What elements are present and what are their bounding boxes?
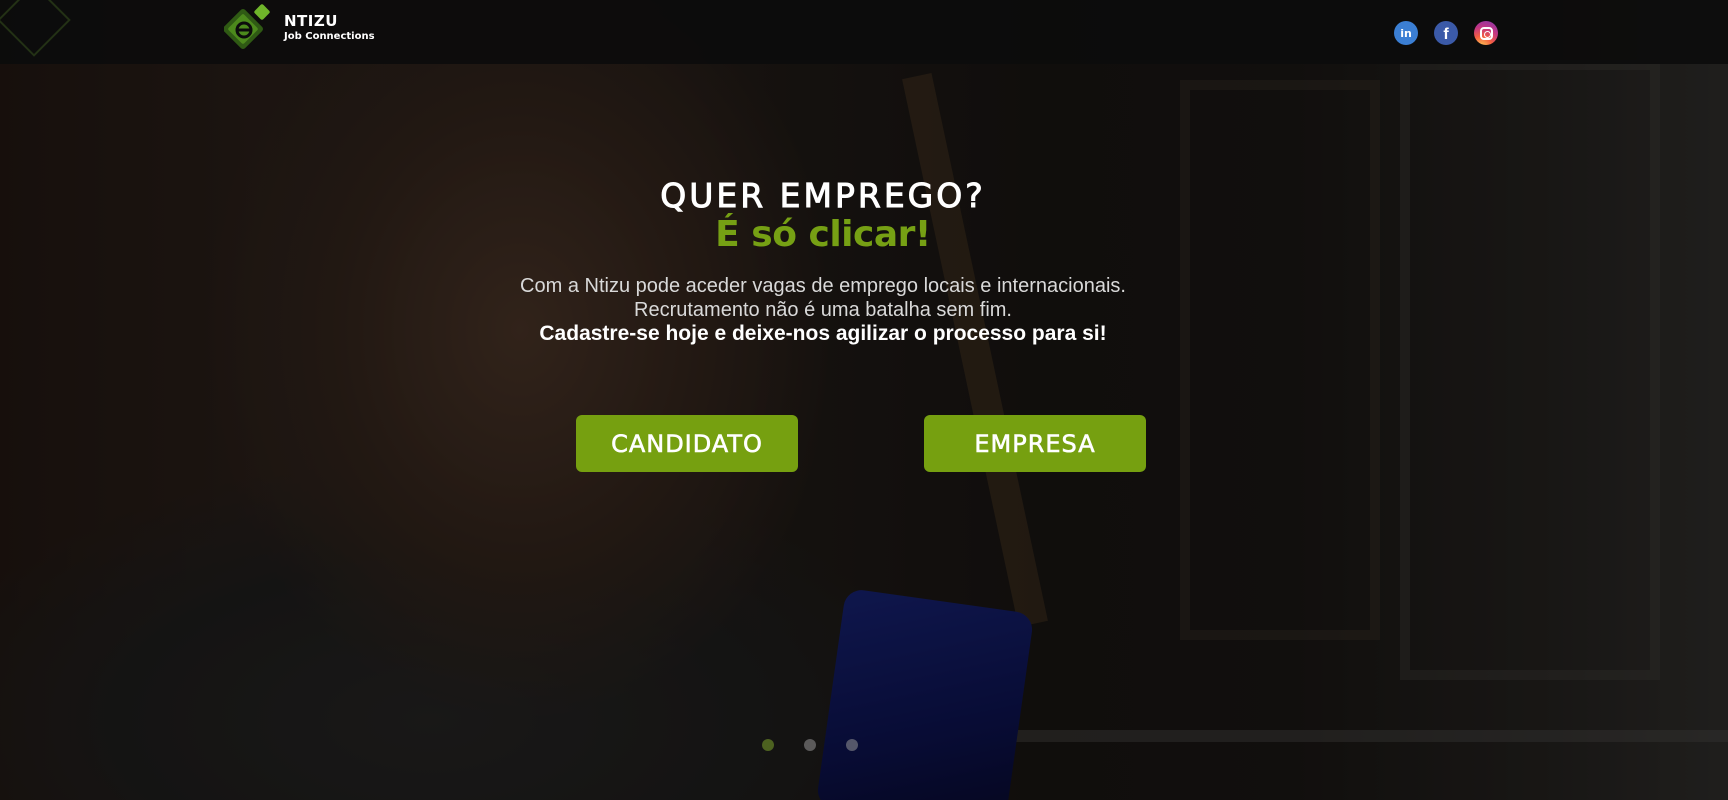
brand-logo-link[interactable]: NTIZU Job Connections (224, 4, 375, 50)
hero-call-to-action-text: Cadastre-se hoje e deixe-nos agilizar o … (539, 322, 1107, 345)
instagram-icon[interactable] (1474, 21, 1498, 45)
empresa-button[interactable]: EMPRESA (924, 415, 1146, 472)
hero-subheadline: É só clicar! (715, 214, 931, 255)
linkedin-icon[interactable]: in (1394, 21, 1418, 45)
corner-decoration (0, 0, 71, 57)
brand-tagline: Job Connections (284, 30, 375, 42)
social-links: in f (1394, 21, 1498, 45)
candidato-button[interactable]: CANDIDATO (576, 415, 798, 472)
hero-headline: QUER EMPREGO? (660, 176, 986, 216)
carousel-dot[interactable] (804, 739, 816, 751)
brand-name: NTIZU (284, 11, 338, 30)
carousel-pagination (762, 739, 858, 751)
site-header: NTIZU Job Connections in f (0, 0, 1728, 64)
ntizu-logo-icon (224, 4, 274, 50)
facebook-icon[interactable]: f (1434, 21, 1458, 45)
hero-description-line: Com a Ntizu pode aceder vagas de emprego… (520, 275, 1126, 297)
hero-content: QUER EMPREGO? É só clicar! Com a Ntizu p… (0, 0, 1728, 800)
carousel-dot[interactable] (846, 739, 858, 751)
carousel-dot[interactable] (762, 739, 774, 751)
hero-description-line: Recrutamento não é uma batalha sem fim. (634, 299, 1012, 321)
instagram-camera-glyph (1479, 26, 1493, 40)
brand-text: NTIZU Job Connections (284, 12, 375, 43)
